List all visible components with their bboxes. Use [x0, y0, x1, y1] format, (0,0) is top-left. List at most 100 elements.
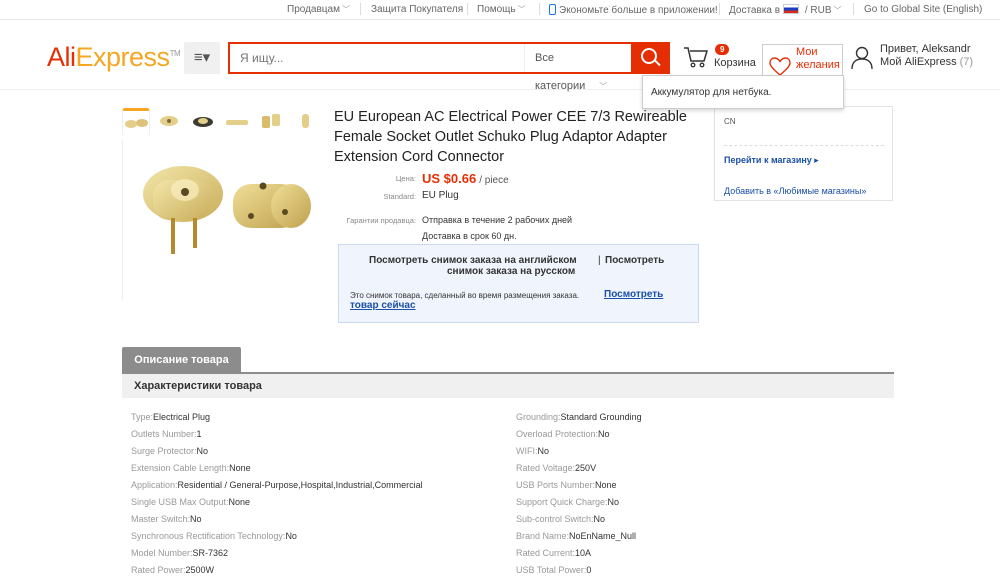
- thumbnail-4[interactable]: [224, 108, 252, 136]
- logo-ali: Ali: [47, 42, 76, 72]
- snapshot-note: Это снимок товара, сделанный во время ра…: [350, 291, 580, 300]
- view-snapshot-russian-line1: Посмотреть: [605, 255, 665, 266]
- standard-label: Standard:: [383, 192, 416, 201]
- spec-value: 10A: [575, 548, 592, 558]
- thumbnail-2[interactable]: [156, 108, 184, 136]
- chevron-down-icon: ﹀: [517, 5, 526, 14]
- plug-thumbnail-icon: [160, 116, 178, 126]
- spec-key: Master Switch:: [131, 514, 191, 524]
- my-aliexpress-link[interactable]: Мой AliExpress (7): [880, 56, 973, 68]
- wishlist-popup[interactable]: Аккумулятор для нетбука.: [642, 75, 844, 109]
- sellers-label: Продавцам: [287, 4, 340, 15]
- search-category-select[interactable]: Все категории ﹀: [524, 44, 629, 92]
- spec-value: None: [595, 480, 617, 490]
- spec-value: 2500W: [185, 565, 215, 575]
- add-favorite-store-link[interactable]: Добавить в «Любимые магазины»: [724, 186, 866, 196]
- spec-row: Type:Electrical Plug: [131, 412, 210, 422]
- cart-icon: [684, 47, 709, 68]
- category-menu-button[interactable]: ≡▾: [184, 42, 220, 74]
- view-product-now-link-line2[interactable]: товар сейчас: [350, 300, 416, 311]
- snapshot-divider: |: [598, 255, 601, 266]
- help-label: Помощь: [477, 4, 516, 15]
- app-label: Экономьте больше в приложении!: [559, 5, 718, 16]
- product-title: EU European AC Electrical Power CEE 7/3 …: [334, 109, 687, 165]
- spec-row: Overload Protection:No: [516, 429, 610, 439]
- thumbnail-6[interactable]: [292, 108, 320, 136]
- divider: [719, 3, 720, 15]
- spec-value: Standard Grounding: [560, 412, 642, 422]
- spec-value: SR-7362: [192, 548, 229, 558]
- spec-row: Master Switch:No: [131, 514, 202, 524]
- divider: [360, 3, 361, 15]
- plug-thumbnail-icon: [302, 114, 309, 128]
- thumbnail-5[interactable]: [258, 108, 286, 136]
- guarantee-label: Гарантии продавца:: [346, 216, 416, 225]
- spec-key: Application:: [131, 480, 178, 490]
- search-icon-handle: [654, 59, 661, 67]
- spec-row: Grounding:Standard Grounding: [516, 412, 642, 422]
- spec-key: Grounding:: [516, 412, 561, 422]
- help-menu[interactable]: Помощь ﹀: [477, 4, 526, 15]
- thumbnail-3[interactable]: [190, 108, 218, 136]
- buyer-protection-link[interactable]: Защита Покупателя: [371, 4, 463, 15]
- spec-key: Extension Cable Length:: [131, 463, 230, 473]
- ship-to-selector[interactable]: Доставка в / RUB ﹀: [729, 4, 842, 16]
- view-snapshot-russian-line2: снимок заказа на русском: [447, 266, 576, 277]
- sellers-menu[interactable]: Продавцам ﹀: [287, 4, 350, 15]
- greeting: Привет, Aleksandr: [880, 43, 971, 55]
- price-unit: / piece: [479, 175, 509, 186]
- russia-flag-icon: [783, 4, 800, 14]
- spec-key: Synchronous Rectification Technology:: [131, 531, 286, 541]
- spec-row: Rated Current:10A: [516, 548, 591, 558]
- thumbnail-1[interactable]: [122, 108, 150, 136]
- divider: [467, 3, 468, 15]
- product-image[interactable]: [122, 140, 317, 300]
- spec-key: Rated Power:: [131, 565, 186, 575]
- user-icon: [851, 46, 873, 70]
- spec-value: No: [593, 514, 606, 524]
- product-price: US $0.66/ piece: [422, 171, 509, 186]
- top-bar: Продавцам ﹀ Защита Покупателя Помощь ﹀ Эко…: [0, 0, 1000, 20]
- spec-row: Rated Voltage:250V: [516, 463, 596, 473]
- spec-value: No: [607, 497, 620, 507]
- tab-product-description[interactable]: Описание товара: [122, 347, 241, 373]
- my-aliexpress-label: Мой AliExpress: [880, 56, 957, 68]
- search-category-label: Все категории: [535, 52, 586, 92]
- spec-row: USB Total Power:0: [516, 565, 591, 575]
- spec-key: Model Number:: [131, 548, 193, 558]
- search-button[interactable]: [631, 42, 670, 74]
- thumbnail-strip: [122, 105, 317, 139]
- account-menu[interactable]: Привет, Aleksandr Мой AliExpress (7): [851, 42, 991, 74]
- go-to-store-link[interactable]: Перейти к магазину ▸: [724, 155, 819, 166]
- specs-title: Характеристики товара: [122, 374, 894, 398]
- store-info-box: CN Перейти к магазину ▸ Добавить в «Люби…: [714, 106, 893, 201]
- spec-key: Surge Protector:: [131, 446, 197, 456]
- spec-row: Outlets Number:1: [131, 429, 202, 439]
- cart-count-badge: 9: [715, 44, 730, 55]
- guarantee-delivery: Доставка в срок 60 дн.: [422, 231, 517, 241]
- spec-row: Model Number:SR-7362: [131, 548, 228, 558]
- order-snapshot-box: Посмотреть снимок заказа на английском |…: [338, 244, 699, 323]
- view-snapshot-english-link[interactable]: Посмотреть снимок заказа на английском: [369, 255, 577, 266]
- chevron-down-icon: ﹀: [833, 6, 842, 15]
- wishlist-label-line1: Мои: [796, 46, 818, 58]
- spec-row: Surge Protector:No: [131, 446, 208, 456]
- spec-row: Extension Cable Length:None: [131, 463, 251, 473]
- search-box: Все категории ﹀: [228, 42, 631, 92]
- spec-value: 0: [586, 565, 592, 575]
- aliexpress-logo[interactable]: AliExpressTM: [47, 42, 181, 73]
- specs-list: Type:Electrical Plug Outlets Number:1 Surg…: [131, 412, 891, 581]
- spec-value: No: [285, 531, 297, 541]
- chevron-down-icon: ﹀: [599, 82, 608, 91]
- my-aliexpress-count: (7): [959, 56, 974, 68]
- plug-thumbnail-icon: [262, 114, 280, 128]
- spec-key: Rated Voltage:: [516, 463, 576, 473]
- global-site-link[interactable]: Go to Global Site (English): [864, 4, 982, 15]
- spec-row: Single USB Max Output:None: [131, 497, 250, 507]
- cart-button[interactable]: 9 Корзина: [683, 44, 757, 76]
- view-product-now-link[interactable]: Посмотреть: [604, 289, 663, 300]
- spec-value: No: [598, 429, 610, 439]
- search-input[interactable]: [230, 44, 520, 72]
- divider: [724, 145, 884, 146]
- app-link[interactable]: Экономьте больше в приложении!: [549, 4, 718, 16]
